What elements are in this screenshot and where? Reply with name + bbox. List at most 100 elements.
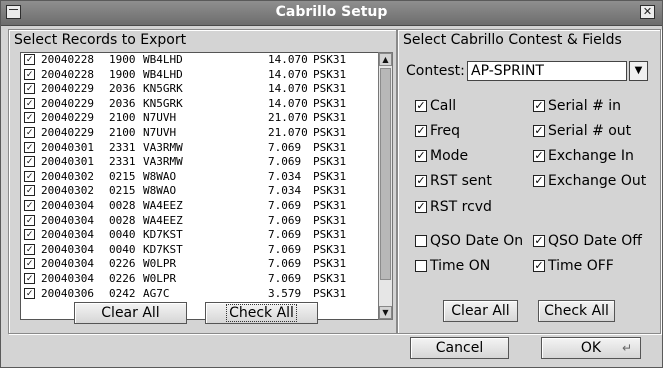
record-row[interactable]: ✓ 20040304 0028 WA4EEZ 7.069 PSK31	[21, 214, 378, 229]
record-checkbox[interactable]: ✓	[24, 185, 35, 197]
record-row[interactable]: ✓ 20040228 1900 WB4LHD 14.070 PSK31	[21, 68, 378, 83]
field-checkbox[interactable]: ✓	[533, 235, 545, 247]
fields-clear-all-button[interactable]: Clear All	[443, 300, 518, 322]
record-row[interactable]: ✓ 20040304 0040 KD7KST 7.069 PSK31	[21, 243, 378, 258]
record-row[interactable]: ✓ 20040301 2331 VA3RMW 7.069 PSK31	[21, 141, 378, 156]
record-row[interactable]: ✓ 20040229 2036 KN5GRK 14.070 PSK31	[21, 82, 378, 97]
record-call: W8WAO	[143, 169, 177, 183]
cabrillo-setup-window: Cabrillo Setup ✕ Select Records to Expor…	[0, 0, 663, 368]
record-call: VA3RMW	[143, 155, 183, 169]
record-date: 20040304	[41, 213, 94, 227]
record-time: 1900	[109, 53, 136, 66]
record-row[interactable]: ✓ 20040302 0215 W8WAO 7.034 PSK31	[21, 184, 378, 199]
record-time: 0028	[109, 198, 136, 212]
record-date: 20040229	[41, 111, 94, 125]
record-mode: PSK31	[313, 125, 347, 139]
field-checkbox[interactable]: ✓	[415, 201, 427, 213]
records-check-all-button[interactable]: Check All	[205, 302, 318, 324]
record-freq: 7.069	[268, 228, 302, 242]
field-checkbox[interactable]: ✓	[415, 100, 427, 112]
field-checkbox[interactable]	[415, 260, 427, 272]
record-checkbox[interactable]: ✓	[24, 126, 35, 138]
record-checkbox[interactable]: ✓	[24, 141, 35, 153]
record-checkbox[interactable]: ✓	[24, 199, 35, 211]
field-label: Time ON	[430, 258, 491, 274]
field-checkbox[interactable]: ✓	[533, 260, 545, 272]
record-freq: 21.070	[268, 111, 308, 125]
field-checkbox[interactable]: ✓	[533, 100, 545, 112]
record-time: 0040	[109, 242, 136, 256]
records-scrollbar[interactable]: ▲ ▼	[378, 52, 393, 320]
chevron-down-icon[interactable]: ▼	[629, 61, 648, 81]
record-checkbox[interactable]: ✓	[24, 243, 35, 255]
record-checkbox[interactable]: ✓	[24, 272, 35, 284]
record-mode: PSK31	[313, 286, 347, 300]
record-time: 2331	[109, 140, 136, 154]
record-checkbox[interactable]: ✓	[24, 68, 35, 80]
scroll-thumb[interactable]	[380, 68, 391, 280]
field-checkbox[interactable]: ✓	[415, 150, 427, 162]
record-mode: PSK31	[313, 169, 347, 183]
record-freq: 7.069	[268, 242, 302, 256]
records-panel-title: Select Records to Export	[14, 32, 187, 48]
close-icon[interactable]: ✕	[640, 5, 655, 19]
record-freq: 14.070	[268, 67, 308, 81]
field-checkbox[interactable]: ✓	[533, 150, 545, 162]
record-row[interactable]: ✓ 20040304 0226 W0LPR 7.069 PSK31	[21, 272, 378, 287]
record-checkbox[interactable]: ✓	[24, 156, 35, 168]
field-checkbox[interactable]: ✓	[415, 125, 427, 137]
record-mode: PSK31	[313, 257, 347, 271]
record-date: 20040301	[41, 140, 94, 154]
record-checkbox[interactable]: ✓	[24, 258, 35, 270]
enter-key-icon: ↵	[621, 341, 632, 355]
record-checkbox[interactable]: ✓	[24, 287, 35, 299]
contest-label: Contest:	[406, 63, 465, 79]
record-row[interactable]: ✓ 20040304 0040 KD7KST 7.069 PSK31	[21, 228, 378, 243]
ok-button[interactable]: OK ↵	[541, 337, 641, 359]
fields-check-all-button[interactable]: Check All	[538, 300, 615, 322]
record-checkbox[interactable]: ✓	[24, 112, 35, 124]
record-mode: PSK31	[313, 140, 347, 154]
record-row[interactable]: ✓ 20040304 0028 WA4EEZ 7.069 PSK31	[21, 199, 378, 214]
record-freq: 14.070	[268, 53, 308, 66]
record-row[interactable]: ✓ 20040302 0215 W8WAO 7.034 PSK31	[21, 170, 378, 185]
record-row[interactable]: ✓ 20040229 2036 KN5GRK 14.070 PSK31	[21, 97, 378, 112]
field-checkbox[interactable]: ✓	[533, 175, 545, 187]
record-mode: PSK31	[313, 111, 347, 125]
record-freq: 7.069	[268, 198, 302, 212]
record-row[interactable]: ✓ 20040301 2331 VA3RMW 7.069 PSK31	[21, 155, 378, 170]
record-date: 20040306	[41, 286, 94, 300]
contest-select[interactable]: AP-SPRINT	[467, 61, 627, 81]
record-time: 2331	[109, 155, 136, 169]
field-label: RST sent	[430, 173, 492, 189]
cancel-button[interactable]: Cancel	[410, 337, 509, 359]
record-row[interactable]: ✓ 20040229 2100 N7UVH 21.070 PSK31	[21, 126, 378, 141]
field-label: QSO Date Off	[548, 233, 642, 249]
record-row[interactable]: ✓ 20040229 2100 N7UVH 21.070 PSK31	[21, 111, 378, 126]
record-checkbox[interactable]: ✓	[24, 229, 35, 241]
scroll-up-icon[interactable]: ▲	[379, 53, 392, 66]
record-row[interactable]: ✓ 20040228 1900 WB4LHD 14.070 PSK31	[21, 53, 378, 68]
field-label: Call	[430, 98, 457, 114]
record-row[interactable]: ✓ 20040304 0226 W0LPR 7.069 PSK31	[21, 257, 378, 272]
record-checkbox[interactable]: ✓	[24, 170, 35, 182]
field-label: Exchange Out	[548, 173, 647, 189]
records-list[interactable]: ✓ 20040228 1900 WB4LHD 14.070 PSK31 ✓ 20040228 1…	[20, 52, 379, 320]
record-call: KD7KST	[143, 228, 183, 242]
scroll-down-icon[interactable]: ▼	[379, 306, 392, 319]
contest-panel: Select Cabrillo Contest & Fields Contest…	[397, 29, 661, 334]
record-checkbox[interactable]: ✓	[24, 83, 35, 95]
record-mode: PSK31	[313, 228, 347, 242]
record-call: WA4EEZ	[143, 213, 183, 227]
record-checkbox[interactable]: ✓	[24, 97, 35, 109]
record-time: 0028	[109, 213, 136, 227]
record-checkbox[interactable]: ✓	[24, 54, 35, 65]
record-checkbox[interactable]: ✓	[24, 214, 35, 226]
field-checkbox[interactable]	[415, 235, 427, 247]
records-clear-all-button[interactable]: Clear All	[74, 302, 187, 324]
field-checkbox[interactable]: ✓	[415, 175, 427, 187]
record-time: 1900	[109, 67, 136, 81]
field-checkbox[interactable]: ✓	[533, 125, 545, 137]
window-title: Cabrillo Setup	[275, 4, 388, 20]
record-row[interactable]: ✓ 20040306 0242 AG7C 3.579 PSK31	[21, 287, 378, 302]
